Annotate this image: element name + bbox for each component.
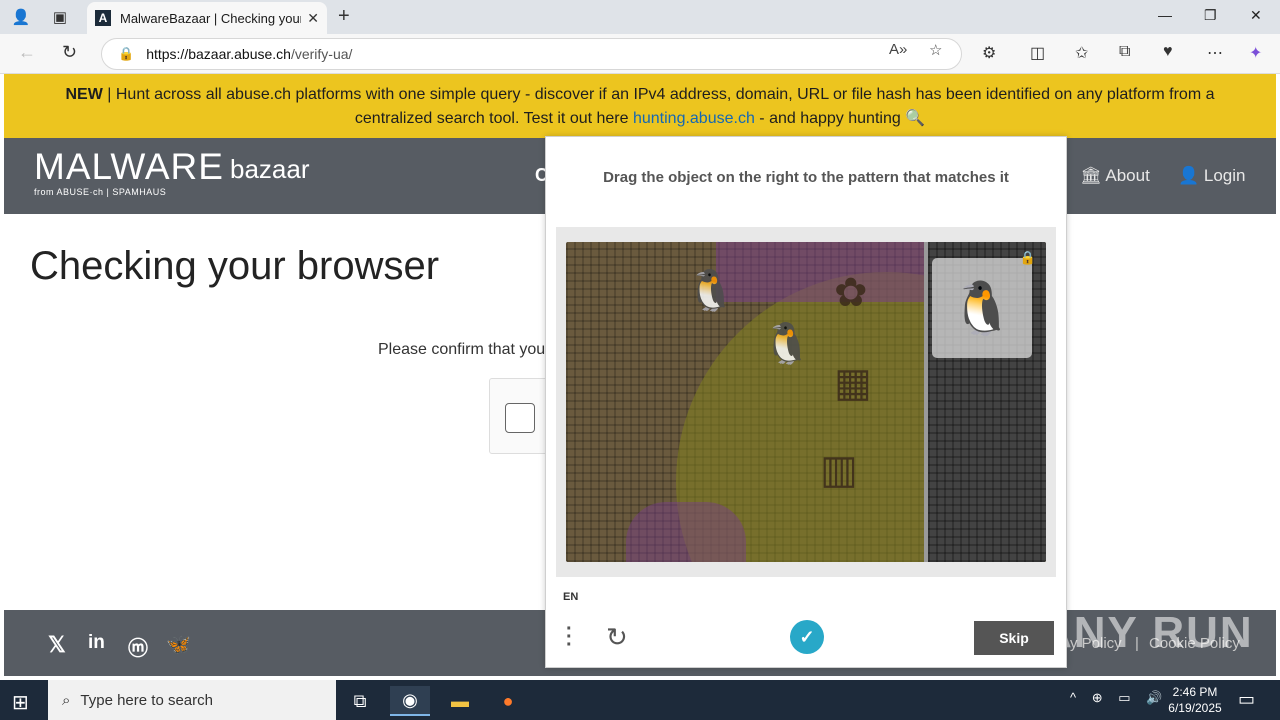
banner-text-end: - and happy hunting 🔍 [754,110,926,127]
back-icon[interactable]: ← [18,42,36,63]
windows-start-icon[interactable]: ⊞ [12,690,29,715]
banner-new-label: NEW [65,86,103,103]
system-tray[interactable]: ^ ⊕ ▭ 🔊 [1070,690,1168,706]
skip-button[interactable]: Skip [974,621,1054,655]
favorite-star-icon[interactable]: ☆ [929,41,942,59]
taskbar-search[interactable]: ⌕ Type here to search [48,680,336,720]
lock-icon: 🔒 [1019,250,1036,265]
logo-bazaar[interactable]: bazaar [230,154,310,185]
nav-about-label: About [1105,166,1150,185]
browser-tab-bar: 👤 ▣ A MalwareBazaar | Checking your b ✕ … [0,0,1280,34]
favorites-icon[interactable]: ✩ [1075,43,1088,63]
windows-taskbar: ⊞ ⌕ Type here to search ⧉ ◉ ▬ ● ^ ⊕ ▭ 🔊 … [0,680,1280,720]
tab-actions-icon[interactable]: ▣ [47,4,73,30]
search-icon: ⌕ [62,691,71,709]
file-explorer-icon[interactable]: ▬ [440,686,480,716]
linkedin-icon[interactable]: in [88,632,105,654]
site-info-lock-icon[interactable]: 🔒 [118,46,134,62]
copilot-icon[interactable]: ✦ [1249,43,1262,63]
edge-icon[interactable]: ◉ [390,686,430,716]
notifications-icon[interactable]: ▭ [1238,689,1255,710]
pattern-band [716,242,936,302]
logo-malware[interactable]: MALWARE [34,146,224,188]
url-bar[interactable]: 🔒 https://bazaar.abuse.ch/verify-ua/ [101,38,962,70]
tab-title: MalwareBazaar | Checking your b [120,10,302,26]
taskbar-clock[interactable]: 2:46 PM 6/19/2025 [1165,684,1225,716]
url-domain: https://bazaar.abuse.ch [146,46,291,62]
extensions-icon[interactable]: ⚙ [982,43,996,63]
clock-date: 6/19/2025 [1168,701,1222,715]
penguin-silhouette-icon[interactable]: 🐧 [762,320,812,367]
pattern-arch [626,502,746,562]
minimize-icon[interactable]: — [1158,7,1172,23]
bank-icon: 🏛 [1080,166,1106,185]
anyrun-watermark: ANY RUN [1040,608,1254,657]
drag-object-panel: 🐧 🔒 [924,242,1046,562]
announcement-banner: NEW | Hunt across all abuse.ch platforms… [4,74,1276,138]
confirm-text: Please confirm that you [378,341,546,358]
malwarebazaar-favicon-icon: A [95,10,111,26]
captcha-checkbox[interactable] [505,403,535,433]
penguin-silhouette-icon[interactable]: 🐧 [686,267,736,314]
read-aloud-icon[interactable]: A» [889,41,907,58]
captcha-challenge: Drag the object on the right to the patt… [545,136,1067,668]
user-icon: 👤 [1178,166,1204,185]
page-title: Checking your browser [30,244,440,288]
cake-silhouette-icon[interactable]: ▦ [834,360,872,406]
captcha-stage: 🐧 🐧 ✿ ▦ ▥ 🐧 🔒 [556,227,1056,577]
new-tab-icon[interactable]: + [338,5,350,28]
captcha-prompt: Drag the object on the right to the patt… [603,169,1009,186]
bluesky-butterfly-icon[interactable]: 🦋 [166,632,191,657]
close-tab-icon[interactable]: ✕ [307,10,319,27]
restore-icon[interactable]: ❐ [1204,7,1217,24]
refresh-icon[interactable]: ↻ [62,42,77,63]
nav-about[interactable]: 🏛 About [1080,166,1150,186]
nav-login[interactable]: 👤 Login [1178,166,1246,186]
hunting-link[interactable]: hunting.abuse.ch [633,110,755,127]
logo-from-text: from ABUSE·ch | SPAMHAUS [34,187,167,197]
more-menu-icon[interactable]: ⋯ [1207,43,1223,63]
taskbar-search-placeholder: Type here to search [80,691,213,709]
nav-login-label: Login [1203,166,1246,185]
captcha-menu-icon[interactable]: · · · [566,619,573,655]
firefox-icon[interactable]: ● [488,686,528,716]
url-path: /verify-ua/ [290,46,353,62]
browser-essentials-icon[interactable]: ♥ [1163,43,1173,61]
browser-tab[interactable]: A MalwareBazaar | Checking your b ✕ [87,2,327,34]
split-screen-icon[interactable]: ◫ [1030,43,1045,63]
captcha-refresh-icon[interactable]: ↻ [606,622,628,653]
draggable-penguin-icon[interactable]: 🐧 [932,258,1032,358]
puzzle-silhouette-icon[interactable]: ✿ [834,270,868,316]
x-twitter-icon[interactable]: 𝕏 [48,632,66,658]
profile-icon[interactable]: 👤 [8,4,34,30]
language-selector[interactable]: EN [563,591,578,603]
task-view-icon[interactable]: ⧉ [340,686,380,716]
window-close-icon[interactable]: ✕ [1250,7,1262,24]
mastodon-icon[interactable]: ⓜ [128,632,148,661]
clock-time: 2:46 PM [1172,685,1218,699]
captcha-canvas[interactable]: 🐧 🐧 ✿ ▦ ▥ 🐧 🔒 [566,242,1046,562]
hcaptcha-logo-icon[interactable]: ✓ [790,620,824,654]
cake-silhouette-icon[interactable]: ▥ [820,447,858,493]
collections-icon[interactable]: ⧉ [1119,43,1130,61]
